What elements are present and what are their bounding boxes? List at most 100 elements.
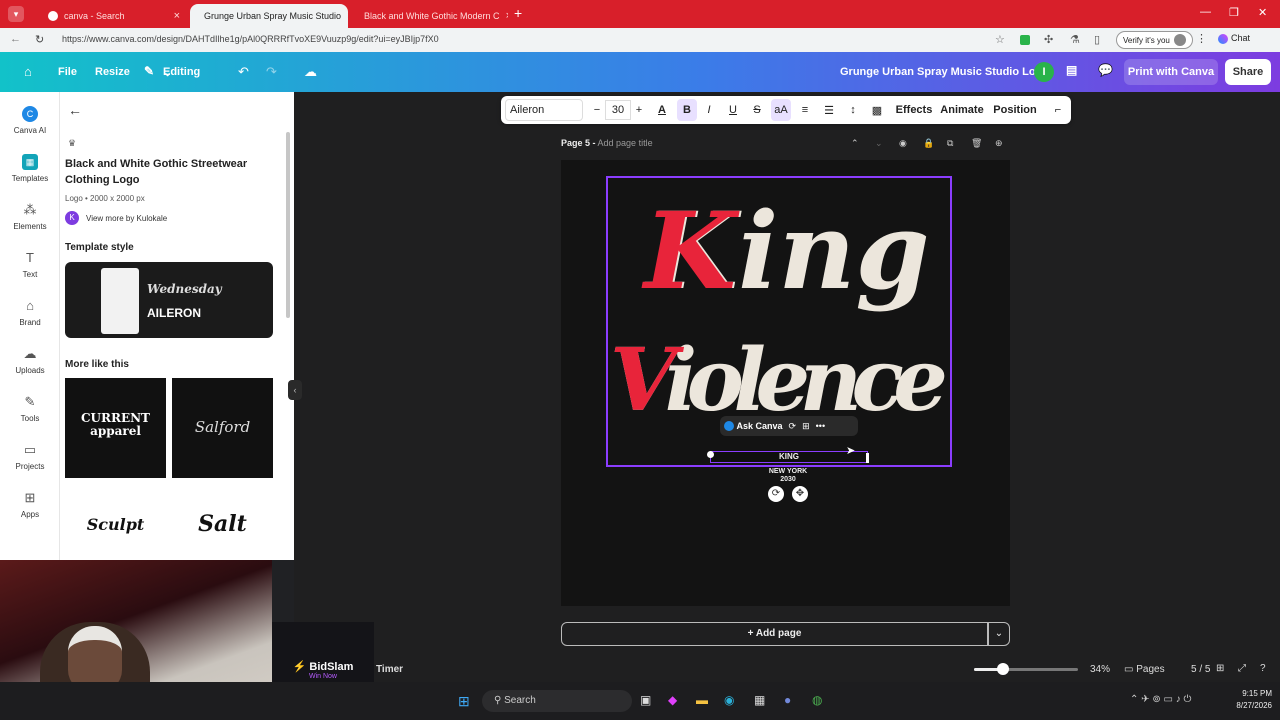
template-thumbnail[interactable]: Sculpt xyxy=(65,485,166,560)
rail-item-projects[interactable]: ▭ Projects xyxy=(0,438,60,486)
new-tab-icon[interactable]: + xyxy=(514,5,522,21)
lock-icon[interactable]: ⊞ xyxy=(802,421,810,432)
extension-icon[interactable] xyxy=(1020,35,1030,45)
back-icon[interactable]: ← xyxy=(10,33,21,45)
bold-icon[interactable]: B xyxy=(677,99,697,121)
discord-icon[interactable]: ● xyxy=(784,693,791,707)
start-icon[interactable]: ⊞ xyxy=(458,693,470,710)
editing-mode-button[interactable]: Editing ⌄ xyxy=(163,66,200,79)
insights-icon[interactable]: ▤ xyxy=(1066,63,1077,77)
add-page-dropdown[interactable]: ⌄ xyxy=(988,622,1010,646)
delete-page-icon[interactable]: 🗑 xyxy=(971,138,982,149)
close-icon[interactable]: × xyxy=(174,10,180,22)
resize-handle-right[interactable] xyxy=(866,453,869,463)
transparency-icon[interactable]: ▩ xyxy=(867,96,887,124)
rotate-icon[interactable]: ⟳ xyxy=(789,421,797,432)
puzzle-icon[interactable]: ✣ xyxy=(1044,33,1053,46)
rail-item-canva-ai[interactable]: C Canva AI xyxy=(0,102,60,150)
print-button[interactable]: Print with Canva xyxy=(1124,59,1218,85)
increase-size-button[interactable]: + xyxy=(631,96,647,124)
redo-icon[interactable]: ↷ xyxy=(266,64,277,80)
tray-icons[interactable]: ⌃ ✈ ⊚ ▭ ♪ ⏻ xyxy=(1130,694,1191,705)
minimize-icon[interactable]: — xyxy=(1200,6,1211,18)
add-page-icon[interactable]: ⊕ xyxy=(995,138,1003,149)
share-button[interactable]: Share xyxy=(1225,59,1271,85)
close-icon[interactable]: × xyxy=(347,10,348,22)
template-style-card[interactable]: Wednesday AILERON xyxy=(65,262,273,338)
back-arrow-icon[interactable]: ← xyxy=(68,102,82,118)
maximize-icon[interactable]: ❐ xyxy=(1229,6,1239,19)
file-menu[interactable]: File xyxy=(58,66,77,78)
more-icon[interactable]: ⋮ xyxy=(1196,32,1207,45)
chrome-icon[interactable]: ◍ xyxy=(812,693,822,707)
rail-item-tools[interactable]: ✎ Tools xyxy=(0,390,60,438)
underline-icon[interactable]: U xyxy=(723,96,743,124)
animate-button[interactable]: Animate xyxy=(940,96,983,124)
window-close-icon[interactable]: ✕ xyxy=(1258,6,1267,19)
fullscreen-icon[interactable]: ⤢ xyxy=(1238,663,1246,674)
rail-item-text[interactable]: T Text xyxy=(0,246,60,294)
user-avatar[interactable]: I xyxy=(1034,62,1054,82)
bookmark-icon[interactable]: ☆ xyxy=(995,33,1005,46)
zoom-slider-handle[interactable] xyxy=(997,663,1010,675)
spacing-icon[interactable]: ↕ xyxy=(843,96,863,124)
zoom-level[interactable]: 34% xyxy=(1090,664,1110,675)
timer-button[interactable]: Timer xyxy=(376,664,403,675)
clock[interactable]: 9:15 PM 8/27/2026 xyxy=(1228,688,1272,712)
subtitle-text[interactable]: NEW YORK 2030 xyxy=(740,468,836,484)
browser-tab-gothic[interactable]: Black and White Gothic Modern C × xyxy=(350,4,508,28)
tab-menu-icon[interactable]: ▾ xyxy=(8,6,24,22)
rail-item-uploads[interactable]: ☁ Uploads xyxy=(0,342,60,390)
decrease-size-button[interactable]: − xyxy=(589,96,605,124)
template-thumbnail[interactable]: Salt xyxy=(172,485,273,560)
collapse-panel-icon[interactable]: ‹ xyxy=(288,380,302,400)
strikethrough-icon[interactable]: S xyxy=(747,96,767,124)
list-icon[interactable]: ☰ xyxy=(819,96,839,124)
sidebar-icon[interactable]: ▯ xyxy=(1094,33,1100,46)
reload-icon[interactable]: ↻ xyxy=(35,33,44,46)
copy-style-icon[interactable]: ⌐ xyxy=(1049,96,1067,124)
browser-tab-search[interactable]: canva - Search × xyxy=(40,4,188,28)
page-up-icon[interactable]: ⌃ xyxy=(851,138,859,149)
text-color-icon[interactable]: A xyxy=(651,96,673,124)
add-page-button[interactable]: + Add page xyxy=(561,622,988,646)
template-thumbnail[interactable]: Salford xyxy=(172,378,273,478)
rail-item-templates[interactable]: ▦ Templates xyxy=(0,150,60,198)
hide-page-icon[interactable]: ◉ xyxy=(899,138,907,149)
selected-text-box[interactable]: KING xyxy=(710,451,868,463)
logo-group-selection[interactable]: King Violence K V Ask Canva ⟳ ⊞ ••• KING… xyxy=(606,176,952,467)
ask-canva-button[interactable]: Ask Canva xyxy=(724,421,783,432)
resize-button[interactable]: Resize xyxy=(95,66,130,78)
chat-button[interactable]: Chat xyxy=(1218,33,1250,44)
author-link[interactable]: View more by Kulokale xyxy=(86,214,167,223)
design-title[interactable]: Grunge Urban Spray Music Studio Logo xyxy=(840,66,1049,78)
browser-tab-active[interactable]: Grunge Urban Spray Music Studio × xyxy=(190,4,348,28)
rail-item-elements[interactable]: ⁂ Elements xyxy=(0,198,60,246)
effects-button[interactable]: Effects xyxy=(895,96,933,124)
rail-item-apps[interactable]: ⊞ Apps xyxy=(0,486,60,534)
panel-scrollbar[interactable] xyxy=(286,132,290,318)
close-icon[interactable]: × xyxy=(506,10,508,22)
position-button[interactable]: Position xyxy=(993,96,1037,124)
taskbar-search[interactable]: ⚲ Search xyxy=(482,690,632,712)
file-explorer-icon[interactable]: ▬ xyxy=(696,693,708,707)
url-input[interactable]: https://www.canva.com/design/DAHTdIlhe1g… xyxy=(56,31,916,49)
comments-icon[interactable]: 💬 xyxy=(1098,63,1113,77)
home-icon[interactable]: ⌂ xyxy=(24,64,32,79)
letter-case-icon[interactable]: aA xyxy=(771,99,791,121)
template-thumbnail[interactable]: CURRENT apparel xyxy=(65,378,166,478)
verify-button[interactable]: Verify it's you xyxy=(1116,31,1193,49)
font-family-select[interactable]: Aileron xyxy=(505,99,583,121)
italic-icon[interactable]: I xyxy=(699,96,719,124)
lock-page-icon[interactable]: 🔒 xyxy=(923,138,934,149)
resize-handle-left[interactable] xyxy=(707,451,714,458)
task-view-icon[interactable]: ▣ xyxy=(640,693,651,707)
edge-icon[interactable]: ◉ xyxy=(724,693,734,707)
copilot-icon[interactable]: ◆ xyxy=(668,693,677,707)
more-options-icon[interactable]: ••• xyxy=(816,421,825,431)
store-icon[interactable]: ▦ xyxy=(754,693,765,707)
pages-button[interactable]: ▭ Pages xyxy=(1124,664,1165,675)
cloud-sync-icon[interactable]: ☁ xyxy=(304,64,317,80)
duplicate-page-icon[interactable]: ⧉ xyxy=(947,138,953,149)
rotate-handle-icon[interactable]: ⟳ xyxy=(768,486,784,502)
